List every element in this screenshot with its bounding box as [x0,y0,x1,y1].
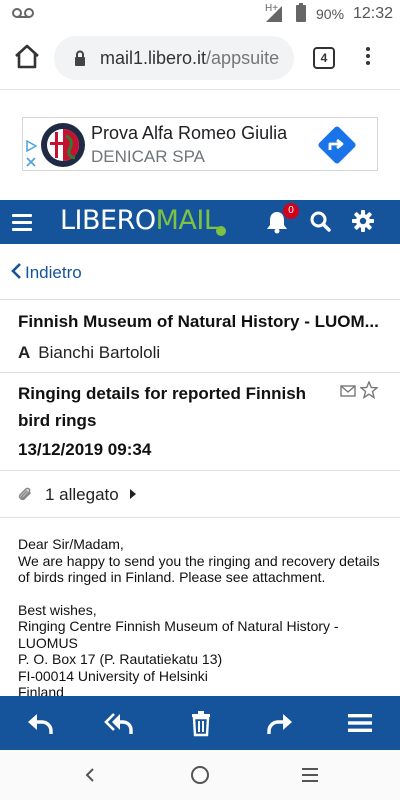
message-body: Dear Sir/Madam, We are happy to send you… [18,536,384,696]
signature-line: P. O. Box 17 (P. Rautatiekatu 13) [18,651,223,667]
reply-all-icon[interactable] [104,708,134,738]
divider [0,372,400,373]
tabs-icon[interactable]: 4 [313,47,335,69]
ad-title[interactable]: Prova Alfa Romeo Giulia [91,123,287,144]
body-paragraph: We are happy to send you the ringing and… [18,552,380,586]
recipient-name[interactable]: Bianchi Bartololi [38,343,160,362]
body-greeting: Dear Sir/Madam, [18,536,124,552]
browser-toolbar: mail1.libero.it/appsuite 4 [0,28,400,90]
more-menu-icon[interactable] [345,708,375,738]
close-icon[interactable] [25,156,37,168]
message-datetime: 13/12/2019 09:34 [18,440,152,459]
signature-line: FI-00014 University of Helsinki [18,667,208,684]
ad-subtitle: DENICAR SPA [91,147,205,166]
paperclip-icon [18,487,31,501]
forward-icon[interactable] [265,708,295,738]
recipient-prefix: A [18,343,31,362]
divider [0,517,400,518]
brand-logo: LIBEROMAIL [60,205,219,236]
home-icon[interactable] [13,42,41,72]
reply-icon[interactable] [25,708,55,738]
nav-home-icon[interactable] [191,766,209,784]
attachments-toggle[interactable]: 1 allegato [45,485,119,505]
lock-icon [75,50,85,66]
trash-icon[interactable] [186,708,216,738]
envelope-icon[interactable] [340,384,356,398]
back-link[interactable]: Indietro [25,263,82,283]
message-subject: Ringing details for reported Finnish bir… [18,384,307,430]
chevron-left-icon[interactable] [10,262,22,280]
message-toolbar [0,696,400,750]
clock: 12:32 [353,5,394,22]
brand-dot [216,226,226,236]
gear-icon[interactable] [352,210,374,232]
recipient-row: A Bianchi Bartololi [18,343,160,363]
ad-banner[interactable]: Prova Alfa Romeo Giulia DENICAR SPA [22,117,378,171]
sender-name[interactable]: Finnish Museum of Natural History - LUOM… [18,312,384,332]
directions-arrow-icon[interactable] [317,125,357,165]
caret-right-icon[interactable] [130,489,136,499]
nav-back-icon[interactable] [84,767,96,783]
overflow-menu-icon[interactable] [360,44,376,72]
star-icon[interactable] [360,381,378,399]
adchoices-icon[interactable] [25,140,37,152]
android-nav-bar [0,750,400,800]
url-text: mail1.libero.it/appsuite [100,48,280,68]
nav-recents-icon[interactable] [302,768,318,782]
voicemail-icon [12,8,34,18]
signal-icon [266,6,282,22]
signature-line: Finland [18,684,64,696]
body-closing: Best wishes, [18,601,97,618]
battery-icon [296,3,306,22]
notification-badge: 0 [283,203,299,219]
app-header: LIBEROMAIL [0,200,400,244]
signature-line: Ringing Centre Finnish Museum of Natural… [18,618,339,651]
back-row: Indietro [0,244,400,300]
status-bar: H+ 90% 12:32 [0,0,400,28]
hamburger-icon[interactable] [12,214,32,231]
search-icon[interactable] [310,211,331,232]
alfa-romeo-logo [41,123,85,167]
battery-percent: 90% [316,6,345,22]
divider [0,470,400,471]
address-bar[interactable]: mail1.libero.it/appsuite [54,36,294,80]
